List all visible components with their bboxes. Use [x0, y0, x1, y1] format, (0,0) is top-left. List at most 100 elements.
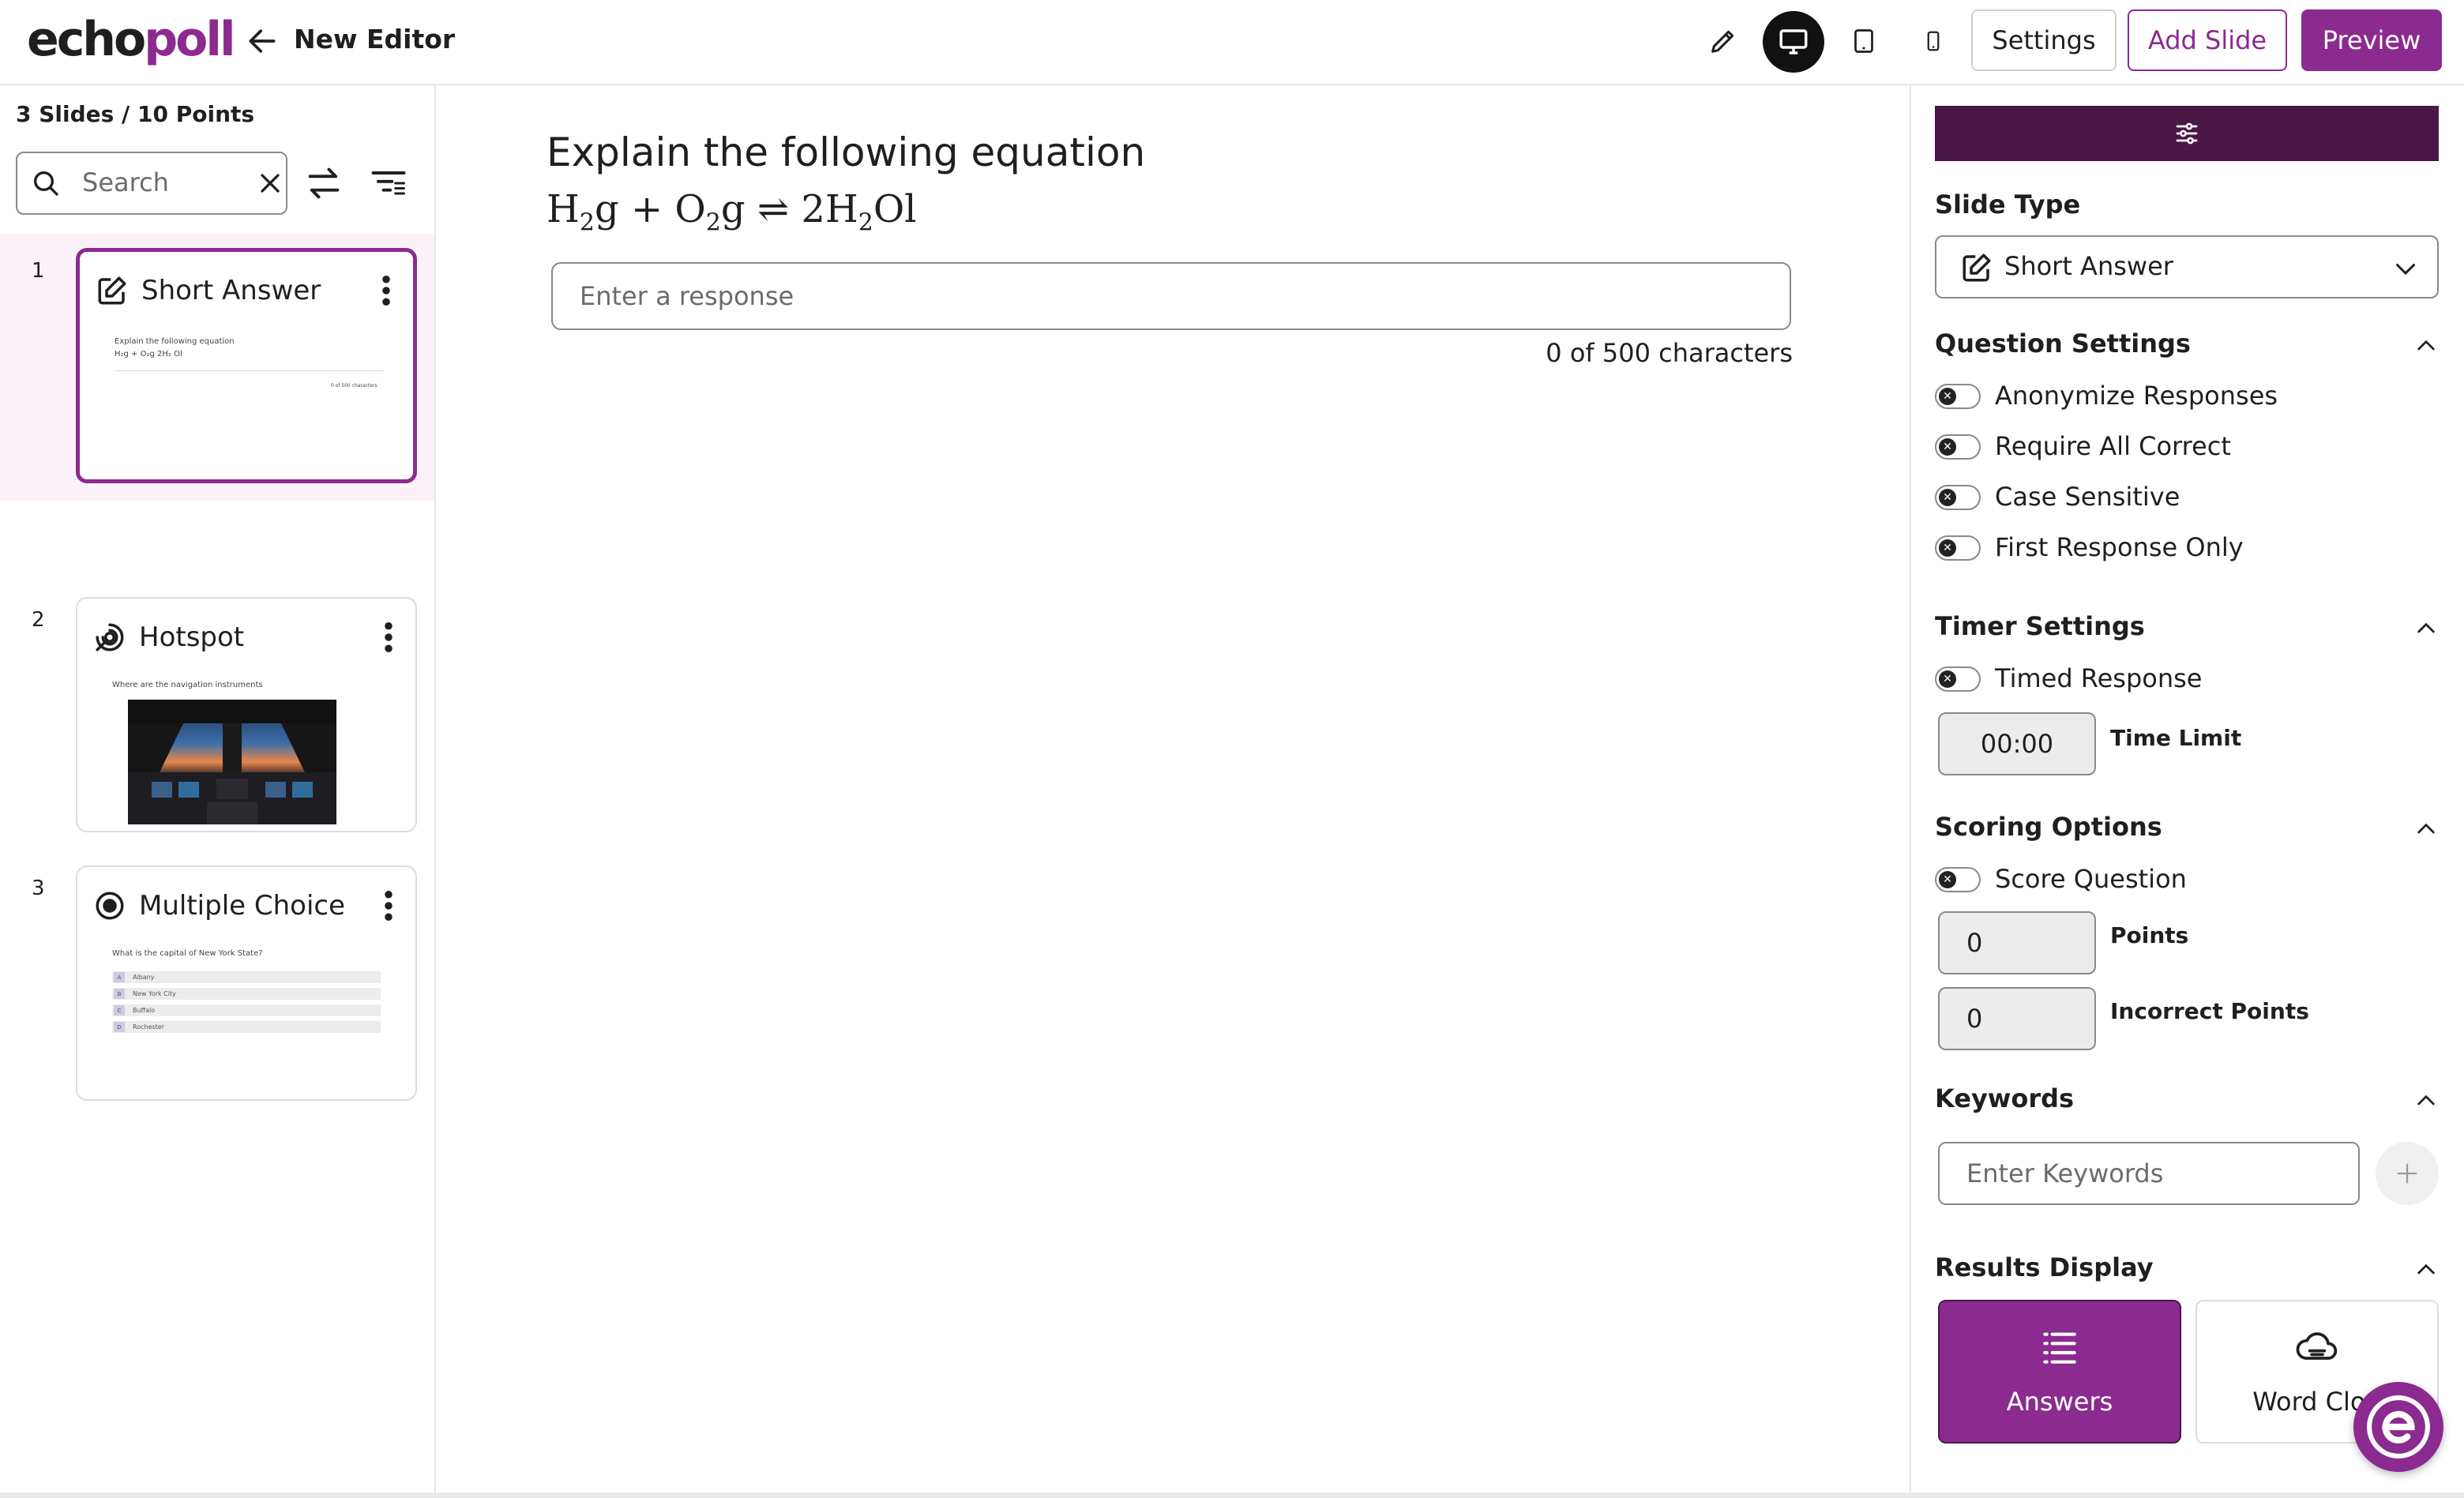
- keywords-input[interactable]: Enter Keywords: [1938, 1142, 2360, 1205]
- incorrect-points-label: Incorrect Points: [2110, 998, 2309, 1024]
- option-key: C: [114, 1005, 125, 1016]
- section-title: Scoring Options: [1935, 812, 2162, 842]
- eq-part: g: [720, 187, 757, 231]
- toggle-first-response-only[interactable]: ✕ First Response Only: [1935, 531, 2425, 565]
- slide-number: 2: [32, 608, 45, 632]
- toggle-switch[interactable]: ✕: [1935, 485, 1981, 510]
- settings-button[interactable]: Settings: [1971, 9, 2117, 71]
- time-limit-label: Time Limit: [2110, 725, 2242, 751]
- option-key: B: [114, 989, 125, 999]
- results-display-header[interactable]: Results Display: [1935, 1252, 2439, 1287]
- slide-number: 3: [32, 877, 45, 900]
- edit-icon: [98, 276, 126, 305]
- answers-label: Answers: [2006, 1387, 2113, 1417]
- eq-sub: 2: [579, 208, 595, 237]
- close-icon: ✕: [1939, 670, 1956, 688]
- time-limit-input[interactable]: 00:00: [1938, 712, 2096, 775]
- option-text: Albany: [133, 974, 155, 981]
- toggle-switch[interactable]: ✕: [1935, 384, 1981, 409]
- hotspot-icon: [96, 623, 124, 651]
- toggle-timed-response[interactable]: ✕ Timed Response: [1935, 662, 2425, 696]
- timer-settings-header[interactable]: Timer Settings: [1935, 611, 2439, 646]
- preview-option: C Buffalo: [112, 1004, 381, 1016]
- slide-type-select[interactable]: Short Answer: [1935, 235, 2439, 298]
- more-options-icon[interactable]: [384, 622, 393, 652]
- bottom-scrollbar-track: [0, 1492, 2464, 1498]
- points-input[interactable]: 0: [1938, 911, 2096, 974]
- option-key: A: [114, 972, 125, 982]
- search-icon: [34, 171, 59, 197]
- toggle-switch[interactable]: ✕: [1935, 666, 1981, 692]
- more-options-icon[interactable]: [384, 891, 393, 921]
- toggle-label: Case Sensitive: [1995, 482, 2180, 512]
- scoring-options-header[interactable]: Scoring Options: [1935, 812, 2439, 847]
- radio-icon: [96, 892, 124, 920]
- toggle-score-question[interactable]: ✕ Score Question: [1935, 862, 2425, 897]
- toggle-anonymize-responses[interactable]: ✕ Anonymize Responses: [1935, 379, 2425, 414]
- back-arrow-icon[interactable]: [245, 24, 280, 58]
- filter-icon[interactable]: [368, 163, 409, 204]
- question-settings-header[interactable]: Question Settings: [1935, 329, 2439, 363]
- more-options-icon[interactable]: [381, 276, 391, 306]
- slide-row-1[interactable]: 1 Short Answer Explain the following equ…: [0, 234, 434, 501]
- character-count: 0 of 500 characters: [1546, 338, 1793, 368]
- keywords-header[interactable]: Keywords: [1935, 1083, 2439, 1118]
- sliders-icon: [2176, 122, 2198, 145]
- desktop-view-icon[interactable]: [1763, 11, 1824, 73]
- chat-support-button[interactable]: [2353, 1382, 2443, 1472]
- phone-view-icon[interactable]: [1913, 21, 1954, 62]
- preview-button[interactable]: Preview: [2301, 9, 2442, 71]
- add-slide-button[interactable]: Add Slide: [2128, 9, 2287, 71]
- logo-poll: poll: [144, 12, 235, 67]
- slides-summary: 3 Slides / 10 Points: [16, 101, 255, 127]
- eq-sub: 2: [705, 208, 721, 237]
- eq-sub: 2: [858, 208, 873, 237]
- question-title[interactable]: Explain the following equation: [547, 126, 1145, 178]
- toggle-require-all-correct[interactable]: ✕ Require All Correct: [1935, 430, 2425, 464]
- slide-title: Short Answer: [141, 275, 321, 306]
- tablet-view-icon[interactable]: [1843, 21, 1884, 62]
- clear-search-icon[interactable]: [254, 167, 286, 199]
- preview-equation: H₂g + O₂g 2H₂ Ol: [115, 350, 182, 359]
- close-icon: ✕: [1939, 871, 1956, 888]
- cloud-icon: [2296, 1332, 2338, 1360]
- question-equation[interactable]: H2g + O2g ⇌ 2H2Ol: [547, 183, 917, 250]
- toggle-switch[interactable]: ✕: [1935, 867, 1981, 892]
- incorrect-points-input[interactable]: 0: [1938, 987, 2096, 1050]
- reorder-swap-icon[interactable]: [303, 163, 344, 204]
- pencil-icon[interactable]: [1703, 21, 1744, 62]
- eq-part: 2H: [789, 187, 858, 231]
- echopoll-logo[interactable]: echopoll: [27, 11, 236, 68]
- add-keyword-button[interactable]: [2376, 1142, 2439, 1205]
- preview-question: What is the capital of New York State?: [112, 949, 263, 958]
- section-title: Question Settings: [1935, 329, 2191, 359]
- top-bar: echopoll New Editor Settings Add Slide P…: [0, 0, 2464, 85]
- response-input[interactable]: Enter a response: [551, 262, 1791, 330]
- chevron-down-icon: [2396, 264, 2415, 276]
- toggle-label: First Response Only: [1995, 532, 2244, 562]
- toggle-switch[interactable]: ✕: [1935, 434, 1981, 460]
- plus-icon: [2397, 1163, 2417, 1184]
- slide-card-multiple-choice[interactable]: Multiple Choice What is the capital of N…: [76, 865, 417, 1101]
- slide-settings-panel: Slide Type Short Answer Question Setting…: [1910, 85, 2464, 1498]
- slide-row-2[interactable]: 2 Hotspot Where are the navigation instr…: [0, 501, 434, 832]
- preview-question: Where are the navigation instruments: [112, 681, 263, 689]
- slide-title: Hotspot: [139, 621, 245, 653]
- slide-row-3[interactable]: 3 Multiple Choice What is the capital of…: [0, 769, 434, 1101]
- toggle-switch[interactable]: ✕: [1935, 535, 1981, 561]
- search-input[interactable]: Search: [16, 152, 287, 215]
- results-answers-option[interactable]: Answers: [1938, 1300, 2181, 1444]
- settings-tab-banner[interactable]: [1935, 106, 2439, 161]
- close-icon: ✕: [1939, 489, 1956, 506]
- chevron-up-icon: [2417, 622, 2435, 633]
- section-title: Results Display: [1935, 1252, 2154, 1282]
- list-icon: [2043, 1332, 2076, 1364]
- slide-number: 1: [32, 259, 45, 283]
- preview-char-count: 0 of 500 characters: [331, 383, 377, 389]
- preview-question: Explain the following equation: [115, 337, 235, 346]
- logo-echo: echo: [27, 12, 146, 67]
- slide-card-short-answer[interactable]: Short Answer Explain the following equat…: [76, 248, 417, 483]
- option-text: New York City: [133, 990, 176, 997]
- preview-option: A Albany: [112, 971, 381, 983]
- toggle-case-sensitive[interactable]: ✕ Case Sensitive: [1935, 480, 2425, 515]
